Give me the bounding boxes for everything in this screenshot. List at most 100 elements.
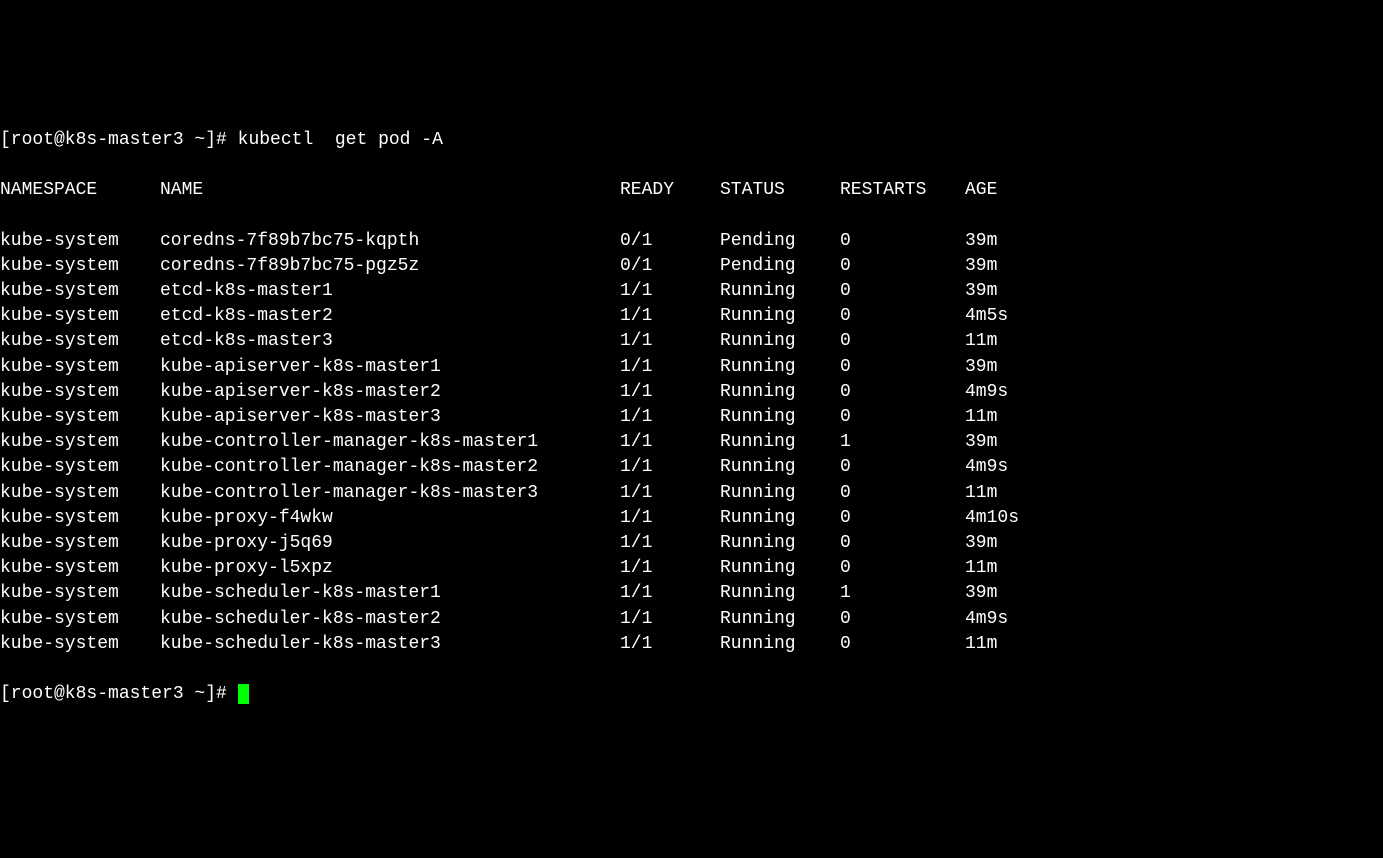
cell-namespace: kube-system [0,632,160,657]
cell-namespace: kube-system [0,506,160,531]
table-row: kube-systemkube-proxy-l5xpz1/1Running011… [0,556,1383,581]
cell-namespace: kube-system [0,254,160,279]
cell-age: 11m [965,329,997,354]
cell-name: kube-apiserver-k8s-master2 [160,380,620,405]
cell-ready: 1/1 [620,329,720,354]
cursor-icon [238,684,249,704]
cell-status: Running [720,355,840,380]
cell-ready: 1/1 [620,506,720,531]
cell-restarts: 0 [840,506,965,531]
cell-age: 4m9s [965,455,1008,480]
cell-namespace: kube-system [0,380,160,405]
table-header: NAMESPACENAMEREADYSTATUSRESTARTSAGE [0,178,1383,203]
table-row: kube-systemetcd-k8s-master31/1Running011… [0,329,1383,354]
cell-age: 39m [965,355,997,380]
cell-ready: 1/1 [620,556,720,581]
cell-status: Running [720,632,840,657]
cell-status: Running [720,430,840,455]
cell-ready: 1/1 [620,430,720,455]
cell-age: 39m [965,229,997,254]
table-row: kube-systemetcd-k8s-master11/1Running039… [0,279,1383,304]
cell-namespace: kube-system [0,430,160,455]
cell-status: Running [720,531,840,556]
cell-restarts: 0 [840,481,965,506]
cell-ready: 1/1 [620,632,720,657]
table-row: kube-systemkube-proxy-f4wkw1/1Running04m… [0,506,1383,531]
table-row: kube-systemcoredns-7f89b7bc75-pgz5z0/1Pe… [0,254,1383,279]
table-row: kube-systemkube-scheduler-k8s-master11/1… [0,581,1383,606]
cell-age: 4m10s [965,506,1019,531]
cell-restarts: 0 [840,455,965,480]
cell-age: 11m [965,481,997,506]
cell-age: 39m [965,430,997,455]
cell-ready: 1/1 [620,455,720,480]
cell-name: coredns-7f89b7bc75-kqpth [160,229,620,254]
cell-age: 11m [965,632,997,657]
cell-restarts: 0 [840,254,965,279]
cell-restarts: 0 [840,229,965,254]
header-namespace: NAMESPACE [0,178,160,203]
command-line: [root@k8s-master3 ~]# kubectl get pod -A [0,128,1383,153]
header-ready: READY [620,178,720,203]
table-row: kube-systemetcd-k8s-master21/1Running04m… [0,304,1383,329]
cell-namespace: kube-system [0,279,160,304]
cell-name: etcd-k8s-master2 [160,304,620,329]
cell-age: 39m [965,254,997,279]
cell-status: Pending [720,229,840,254]
cell-restarts: 0 [840,380,965,405]
cell-restarts: 0 [840,329,965,354]
cell-restarts: 1 [840,581,965,606]
cell-status: Running [720,455,840,480]
cell-status: Running [720,329,840,354]
cell-restarts: 0 [840,304,965,329]
cell-name: kube-apiserver-k8s-master3 [160,405,620,430]
cell-restarts: 0 [840,279,965,304]
table-row: kube-systemkube-apiserver-k8s-master11/1… [0,355,1383,380]
cell-status: Running [720,304,840,329]
cell-name: kube-scheduler-k8s-master2 [160,607,620,632]
table-row: kube-systemkube-controller-manager-k8s-m… [0,430,1383,455]
cell-namespace: kube-system [0,329,160,354]
header-name: NAME [160,178,620,203]
cell-namespace: kube-system [0,581,160,606]
table-row: kube-systemcoredns-7f89b7bc75-kqpth0/1Pe… [0,229,1383,254]
cell-status: Pending [720,254,840,279]
cell-status: Running [720,481,840,506]
cell-namespace: kube-system [0,229,160,254]
table-row: kube-systemkube-apiserver-k8s-master31/1… [0,405,1383,430]
cell-restarts: 0 [840,355,965,380]
cell-namespace: kube-system [0,405,160,430]
cell-name: kube-proxy-f4wkw [160,506,620,531]
cell-ready: 1/1 [620,355,720,380]
cell-name: etcd-k8s-master1 [160,279,620,304]
table-row: kube-systemkube-controller-manager-k8s-m… [0,455,1383,480]
cell-namespace: kube-system [0,455,160,480]
cell-ready: 1/1 [620,607,720,632]
cell-status: Running [720,506,840,531]
cell-ready: 1/1 [620,531,720,556]
cell-restarts: 0 [840,607,965,632]
cell-name: coredns-7f89b7bc75-pgz5z [160,254,620,279]
header-age: AGE [965,178,997,203]
table-row: kube-systemkube-proxy-j5q691/1Running039… [0,531,1383,556]
terminal-output[interactable]: [root@k8s-master3 ~]# kubectl get pod -A… [0,103,1383,733]
cell-age: 4m5s [965,304,1008,329]
cell-status: Running [720,581,840,606]
cell-status: Running [720,405,840,430]
cell-age: 39m [965,581,997,606]
cell-age: 39m [965,279,997,304]
cell-ready: 1/1 [620,581,720,606]
table-row: kube-systemkube-scheduler-k8s-master21/1… [0,607,1383,632]
cell-age: 39m [965,531,997,556]
cell-status: Running [720,279,840,304]
cell-name: etcd-k8s-master3 [160,329,620,354]
cell-name: kube-controller-manager-k8s-master2 [160,455,620,480]
header-restarts: RESTARTS [840,178,965,203]
header-status: STATUS [720,178,840,203]
cell-ready: 1/1 [620,405,720,430]
cell-namespace: kube-system [0,556,160,581]
command-line-empty: [root@k8s-master3 ~]# [0,682,1383,707]
cell-ready: 1/1 [620,380,720,405]
shell-prompt: [root@k8s-master3 ~]# [0,130,238,150]
cell-ready: 1/1 [620,304,720,329]
